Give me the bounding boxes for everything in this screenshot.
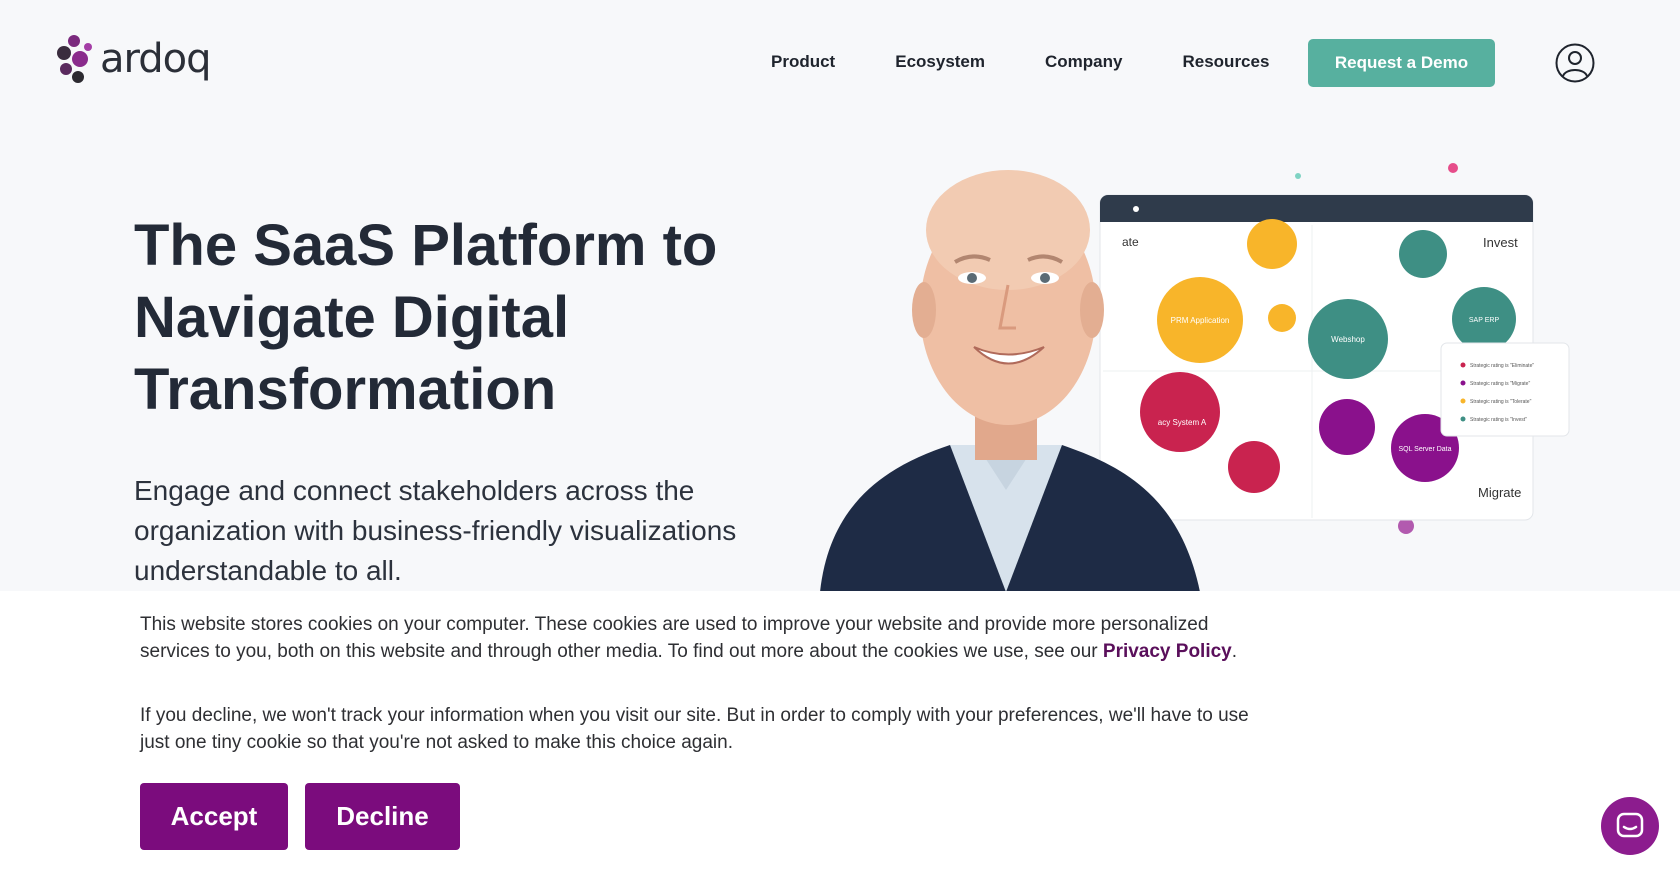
hero-title-line-3: Transformation [134,357,557,422]
cookie-text-main: This website stores cookies on your comp… [140,614,1209,662]
nav-item-ecosystem[interactable]: Ecosystem [895,52,985,72]
legend-item-eliminate: Strategic rating is "Eliminate" [1470,363,1534,369]
main-nav: Product Ecosystem Company Resources [771,52,1329,72]
bubble-sql-server-data: SQL Server Data [1398,446,1451,453]
bubble-prm-application: PRM Application [1171,316,1230,325]
hero-visual: ate Invest Migrate PRM Application Websh… [800,140,1600,592]
hero-subtitle: Engage and connect stakeholders across t… [134,475,737,586]
hero-title-line-1: The SaaS Platform to [134,213,718,278]
accept-cookies-button[interactable]: Accept [140,783,288,850]
bubble-sap-erp: SAP ERP [1469,317,1500,324]
user-circle-icon[interactable] [1555,43,1595,83]
site-header: ardoq Product Ecosystem Company Resource… [0,0,1680,126]
quadrant-label-tolerate: ate [1122,235,1139,249]
privacy-policy-link[interactable]: Privacy Policy [1103,641,1232,662]
brand-name: ardoq [100,36,212,82]
bubble-legacy-system: acy System A [1158,418,1207,427]
cookie-text-period: . [1231,641,1238,662]
hero-title-line-2: Navigate Digital [134,285,570,350]
hero-title: The SaaS Platform to Navigate Digital Tr… [134,210,774,426]
legend-item-invest: Strategic rating is "Invest" [1470,417,1527,423]
ardoq-logo[interactable]: ardoq [54,33,212,85]
nav-item-resources[interactable]: Resources [1182,52,1269,72]
cookie-text-2: If you decline, we won't track your info… [140,705,1249,753]
quadrant-label-invest: Invest [1483,235,1518,250]
cookie-text-1: This website stores cookies on your comp… [140,611,1270,665]
chat-icon [1616,812,1644,838]
app-screenshot-illustration: ate Invest Migrate PRM Application Websh… [820,163,1570,592]
cookie-banner: This website stores cookies on your comp… [0,591,1680,876]
ardoq-logo-icon [57,35,92,83]
legend-item-migrate: Strategic rating is "Migrate" [1470,381,1530,387]
chat-launcher-button[interactable] [1601,797,1659,855]
decline-cookies-button[interactable]: Decline [305,783,460,850]
request-demo-button[interactable]: Request a Demo [1308,39,1495,87]
bubble-webshop: Webshop [1331,335,1365,344]
nav-item-company[interactable]: Company [1045,52,1122,72]
nav-item-product[interactable]: Product [771,52,835,72]
legend-item-tolerate: Strategic rating is "Tolerate" [1470,399,1532,405]
quadrant-label-migrate: Migrate [1478,485,1521,500]
